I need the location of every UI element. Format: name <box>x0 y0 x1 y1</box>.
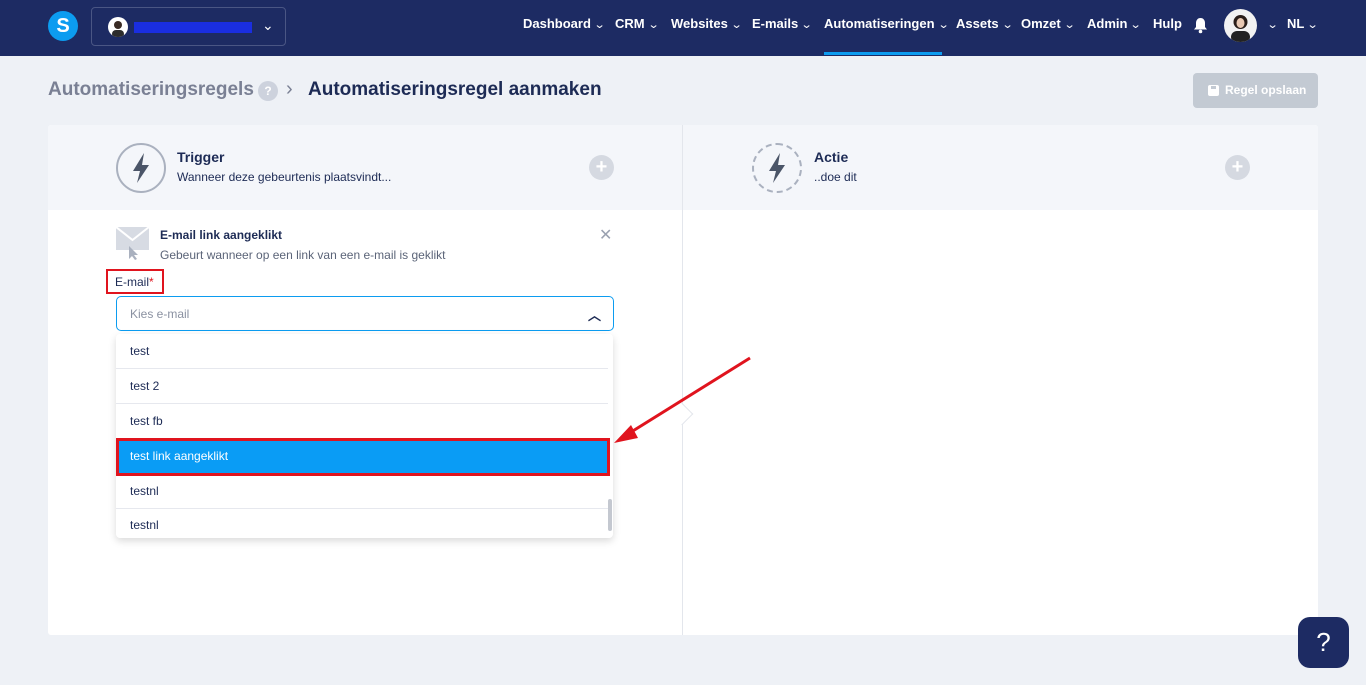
annotation-arrow <box>614 356 751 443</box>
help-chat-button[interactable]: ? <box>1298 617 1349 668</box>
